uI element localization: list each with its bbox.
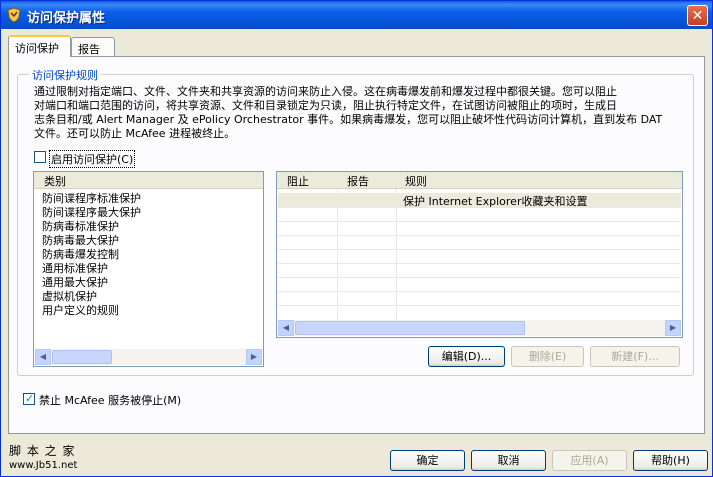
rules-hscrollbar[interactable]: ◀ ▶: [278, 320, 681, 336]
scroll-right-icon[interactable]: ▶: [246, 349, 262, 365]
scroll-left-icon[interactable]: ◀: [278, 320, 294, 336]
scroll-left-icon[interactable]: ◀: [35, 349, 51, 365]
rules-table-header: 阻止 报告 规则: [277, 172, 682, 189]
mcafee-shield-icon: [7, 7, 21, 23]
rules-group-legend: 访问保护规则: [29, 67, 101, 83]
category-item[interactable]: 通用最大保护: [42, 276, 108, 290]
window-title: 访问保护属性: [27, 11, 106, 26]
watermark-line1: 脚 本 之 家: [9, 444, 76, 458]
delete-button[interactable]: 删除(E): [511, 346, 584, 367]
enable-access-protection-checkbox[interactable]: [34, 151, 46, 163]
category-item[interactable]: 通用标准保护: [42, 262, 108, 276]
table-row-empty: [278, 207, 681, 222]
enable-access-protection-label[interactable]: 启用访问保护(C): [49, 150, 136, 168]
column-header-block[interactable]: 阻止: [287, 173, 309, 189]
category-item[interactable]: 防病毒爆发控制: [42, 248, 119, 262]
scroll-thumb[interactable]: [295, 321, 525, 335]
tab-report[interactable]: 报告: [71, 37, 115, 57]
apply-button[interactable]: 应用(A): [552, 450, 627, 471]
tab-access-protection-label: 访问保护: [15, 42, 59, 55]
watermark-line2: www.Jb51.net: [9, 460, 78, 471]
ok-button[interactable]: 确定: [390, 450, 465, 471]
rules-table[interactable]: 阻止 报告 规则 保护 Internet Explorer收藏夹和设置 ◀ ▶: [276, 171, 683, 338]
scroll-right-icon[interactable]: ▶: [665, 320, 681, 336]
table-row-empty: [278, 235, 681, 250]
category-item[interactable]: 防病毒标准保护: [42, 220, 119, 234]
table-row[interactable]: 保护 Internet Explorer收藏夹和设置: [278, 193, 681, 208]
category-item[interactable]: 防病毒最大保护: [42, 234, 119, 248]
close-button[interactable]: ✕: [687, 5, 708, 26]
table-row-empty: [278, 263, 681, 278]
category-item[interactable]: 虚拟机保护: [42, 290, 97, 304]
category-item[interactable]: 防间谍程序标准保护: [42, 192, 141, 206]
table-row-empty: [278, 291, 681, 306]
new-button[interactable]: 新建(F)...: [590, 346, 680, 367]
prevent-stop-checkbox[interactable]: ✓: [23, 392, 35, 405]
category-item[interactable]: 防间谍程序最大保护: [42, 206, 141, 220]
column-header-report[interactable]: 报告: [347, 173, 369, 189]
table-row-empty: [278, 277, 681, 292]
table-row-empty: [278, 221, 681, 236]
edit-button[interactable]: 编辑(D)...: [428, 346, 505, 367]
category-header-label: 类别: [44, 175, 66, 188]
rules-description: 通过限制对指定端口、文件、文件夹和共享资源的访问来防止入侵。这在病毒爆发前和爆发…: [34, 85, 663, 140]
category-item[interactable]: 用户定义的规则: [42, 304, 119, 318]
help-button[interactable]: 帮助(H): [633, 450, 708, 471]
checkmark-icon: ✓: [25, 392, 35, 405]
tab-access-protection[interactable]: 访问保护: [8, 35, 71, 57]
scroll-thumb[interactable]: [52, 350, 112, 364]
properties-window: 访问保护属性 ✕ 访问保护 报告 访问保护规则 通过限制对指定端口、文件、文件夹…: [0, 0, 713, 477]
tab-report-label: 报告: [78, 43, 100, 56]
column-header-rule[interactable]: 规则: [405, 173, 427, 189]
category-hscrollbar[interactable]: ◀ ▶: [35, 349, 262, 365]
prevent-stop-label[interactable]: 禁止 McAfee 服务被停止(M): [39, 392, 181, 408]
table-row-empty: [278, 249, 681, 264]
category-list-header[interactable]: 类别: [34, 172, 263, 189]
category-list[interactable]: 类别 防间谍程序标准保护 防间谍程序最大保护 防病毒标准保护 防病毒最大保护 防…: [33, 171, 264, 367]
cancel-button[interactable]: 取消: [471, 450, 546, 471]
title-bar[interactable]: 访问保护属性 ✕: [1, 1, 712, 29]
